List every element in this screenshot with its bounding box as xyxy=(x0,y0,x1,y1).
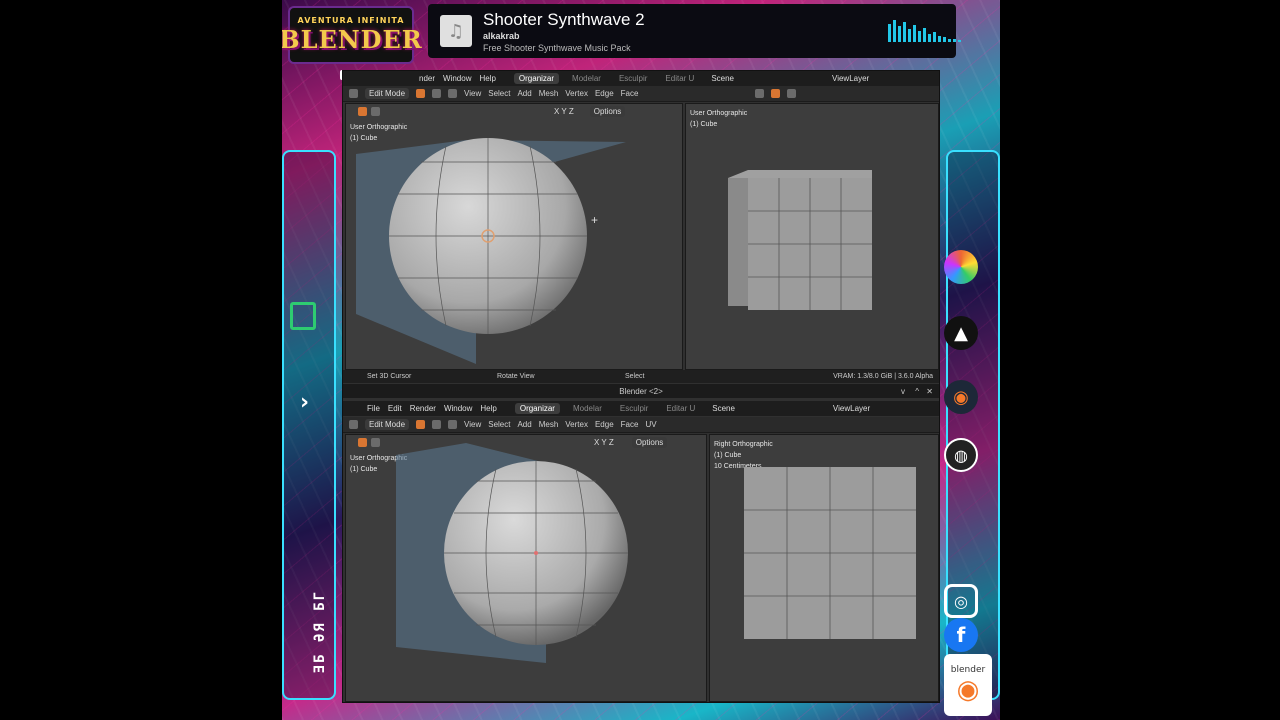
workspace-tab-esculpir[interactable]: Esculpir xyxy=(614,73,652,84)
workspace-tab-esculpir[interactable]: Esculpir xyxy=(615,403,653,414)
workspace-tab-modelar[interactable]: Modelar xyxy=(568,403,607,414)
top-header-toolbar: Edit Mode View Select Add Mesh Vertex Ed… xyxy=(343,86,939,102)
cube-side xyxy=(728,178,748,306)
menu-edge[interactable]: Edge xyxy=(595,89,614,98)
workspace-tab-organizar[interactable]: Organizar xyxy=(513,73,560,84)
workspace-tab-editar[interactable]: Editar U xyxy=(661,403,700,414)
cube-right-view xyxy=(744,467,916,639)
blender-icon: ◉ xyxy=(944,380,978,414)
instagram-icon: ◎ xyxy=(944,584,978,618)
close-icon[interactable]: ✕ xyxy=(926,387,933,396)
blender-window: nder Window Help Organizar Modelar Escul… xyxy=(342,70,940,703)
cube-mesh-view xyxy=(728,170,872,310)
stage: › AVENTURA INFINITA BLENDER ♫ Shooter Sy… xyxy=(0,0,1280,720)
scene-selector[interactable]: Scene xyxy=(711,74,734,83)
track-title: Shooter Synthwave 2 xyxy=(483,10,645,29)
workspace-tab-organizar[interactable]: Organizar xyxy=(514,403,560,414)
menu-help[interactable]: Help xyxy=(480,404,496,413)
menu-add[interactable]: Add xyxy=(517,420,531,429)
facebook-icon: f xyxy=(944,618,978,652)
obs-icon: ◍ xyxy=(944,438,978,472)
crosshair-cursor-icon: + xyxy=(591,213,598,227)
inkscape-icon: ▲ xyxy=(944,316,978,350)
sphere-mesh-view xyxy=(396,443,628,663)
face-select-icon[interactable] xyxy=(448,420,458,429)
cube-top xyxy=(728,170,872,178)
channel-logo: AVENTURA INFINITA BLENDER xyxy=(282,6,422,64)
menu-render[interactable]: nder xyxy=(419,74,435,83)
shading-material-icon[interactable] xyxy=(771,89,781,98)
track-artist: alkakrab xyxy=(483,31,520,41)
window-title: Blender <2> xyxy=(619,386,663,396)
menu-render[interactable]: Render xyxy=(410,404,436,413)
viewport-top-right[interactable]: User Orthographic (1) Cube xyxy=(685,103,939,370)
shading-render-icon[interactable] xyxy=(787,89,797,98)
vertex-select-icon[interactable] xyxy=(416,420,426,429)
status-rotate-view: Rotate View xyxy=(497,373,535,380)
edge-select-icon[interactable] xyxy=(432,420,442,429)
menu-select[interactable]: Select xyxy=(488,420,510,429)
edge-select-icon[interactable] xyxy=(432,89,442,98)
vertex-select-icon[interactable] xyxy=(416,89,426,98)
workspace-tab-modelar[interactable]: Modelar xyxy=(567,73,606,84)
menu-help[interactable]: Help xyxy=(479,74,495,83)
viewport-bottom-right[interactable]: Right Orthographic (1) Cube 10 Centimete… xyxy=(709,434,939,702)
equalizer-icon xyxy=(888,18,961,42)
menu-face[interactable]: Face xyxy=(621,89,639,98)
badge-text: blender xyxy=(950,665,986,675)
menu-vertex[interactable]: Vertex xyxy=(565,89,588,98)
workspace-tab-editar[interactable]: Editar U xyxy=(660,73,699,84)
sphere-mesh-view: + xyxy=(356,138,626,364)
scene-selector[interactable]: Scene xyxy=(712,404,735,413)
maximize-icon[interactable]: ^ xyxy=(915,387,919,396)
menu-mesh[interactable]: Mesh xyxy=(539,89,559,98)
status-vram: VRAM: 1.3/8.0 GiB | 3.6.0 Alpha xyxy=(833,373,933,380)
menu-uv[interactable]: UV xyxy=(645,420,656,429)
vertical-caption: ƎБ ƏЯ БГ xyxy=(312,590,328,674)
menu-edge[interactable]: Edge xyxy=(595,420,614,429)
menu-file[interactable]: File xyxy=(367,404,380,413)
music-note-icon: ♫ xyxy=(440,15,472,47)
logo-subtitle: AVENTURA INFINITA xyxy=(297,16,405,25)
track-album: Free Shooter Synthwave Music Pack xyxy=(483,43,631,53)
top-menubar: nder Window Help Organizar Modelar Escul… xyxy=(343,71,939,86)
minimize-icon[interactable]: v xyxy=(901,387,905,396)
mode-selector[interactable]: Edit Mode xyxy=(365,419,410,430)
status-bar: Set 3D Cursor Rotate View Select VRAM: 1… xyxy=(343,370,939,383)
shading-solid-icon[interactable] xyxy=(755,89,765,98)
viewport-bottom-left[interactable]: X Y Z Options User Orthographic (1) Cube xyxy=(345,434,707,702)
viewlayer-selector[interactable]: ViewLayer xyxy=(833,404,870,413)
now-playing-bar: ♫ Shooter Synthwave 2 alkakrab Free Shoo… xyxy=(428,4,961,58)
status-set-cursor: Set 3D Cursor xyxy=(367,373,412,380)
menu-view[interactable]: View xyxy=(464,89,481,98)
menu-face[interactable]: Face xyxy=(621,420,639,429)
face-select-icon[interactable] xyxy=(448,89,458,98)
bottom-menubar: File Edit Render Window Help Organizar M… xyxy=(343,401,939,416)
menu-select[interactable]: Select xyxy=(488,89,510,98)
manjaro-icon xyxy=(290,302,316,330)
menu-window[interactable]: Window xyxy=(444,404,472,413)
menu-add[interactable]: Add xyxy=(517,89,531,98)
editor-type-icon[interactable] xyxy=(349,420,358,429)
mode-selector[interactable]: Edit Mode xyxy=(365,88,410,99)
logo-title: BLENDER xyxy=(282,25,423,54)
bottom-header-toolbar: Edit Mode View Select Add Mesh Vertex Ed… xyxy=(343,417,939,433)
menu-edit[interactable]: Edit xyxy=(388,404,402,413)
blender-badge: blender ◉ xyxy=(944,654,992,716)
window-titlebar: Blender <2> ✕ ^ v xyxy=(343,384,939,398)
menu-window[interactable]: Window xyxy=(443,74,471,83)
chevron-right-icon: › xyxy=(300,390,310,415)
blender-logo-icon: ◉ xyxy=(956,675,980,705)
menu-vertex[interactable]: Vertex xyxy=(565,420,588,429)
viewport-top-left[interactable]: X Y Z Options User Orthographic (1) Cube… xyxy=(345,103,683,370)
paint-app-icon xyxy=(944,250,978,284)
editor-type-icon[interactable] xyxy=(349,89,358,98)
origin-dot xyxy=(534,551,538,555)
viewlayer-selector[interactable]: ViewLayer xyxy=(832,74,869,83)
status-select: Select xyxy=(625,373,645,380)
menu-mesh[interactable]: Mesh xyxy=(539,420,559,429)
menu-view[interactable]: View xyxy=(464,420,481,429)
